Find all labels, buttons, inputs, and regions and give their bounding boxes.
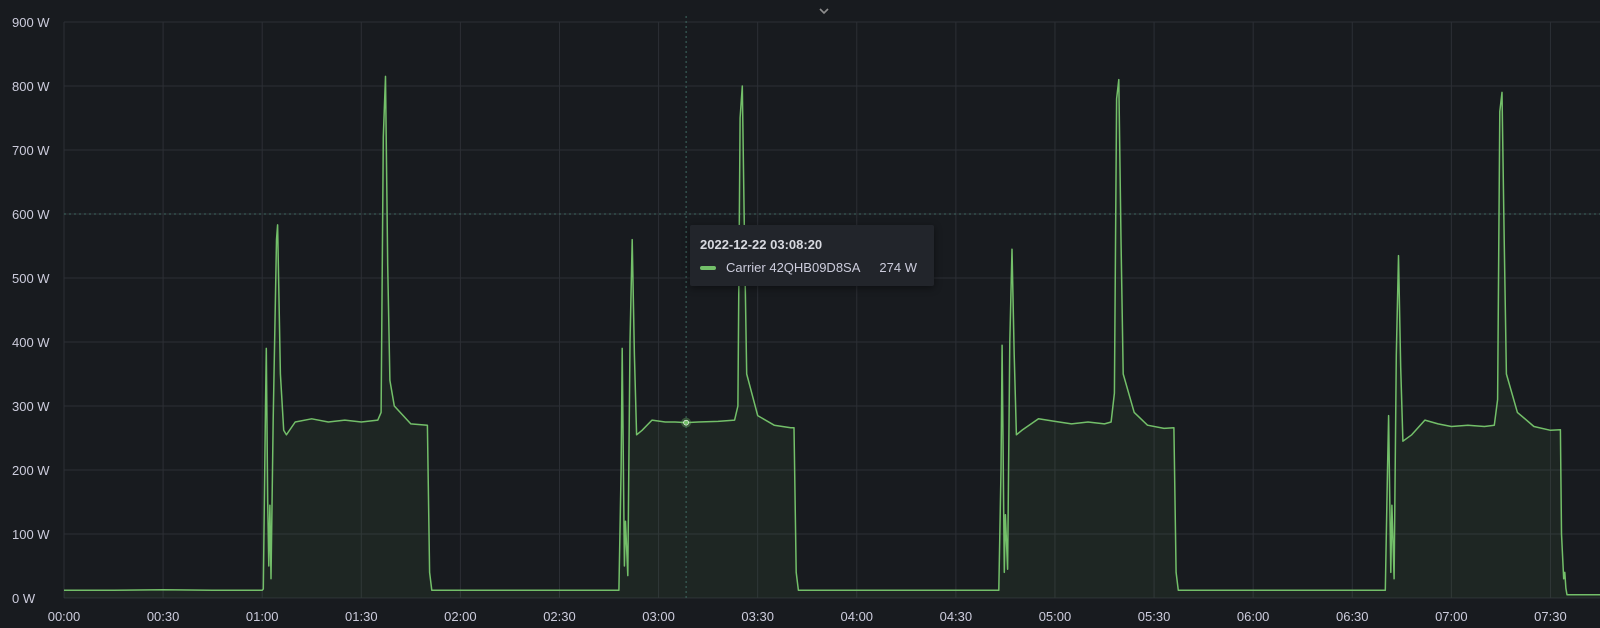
x-tick-label: 02:30	[543, 609, 576, 624]
y-tick-label: 600 W	[12, 207, 50, 222]
tooltip-series-name: Carrier 42QHB09D8SA	[726, 260, 861, 275]
series-area	[64, 75, 1600, 598]
y-tick-label: 200 W	[12, 463, 50, 478]
y-tick-label: 300 W	[12, 399, 50, 414]
x-tick-label: 02:00	[444, 609, 477, 624]
y-tick-label: 0 W	[12, 591, 36, 606]
y-tick-label: 500 W	[12, 271, 50, 286]
x-tick-label: 06:00	[1237, 609, 1270, 624]
hover-tooltip: 2022-12-22 03:08:20 Carrier 42QHB09D8SA …	[690, 225, 934, 286]
y-tick-label: 400 W	[12, 335, 50, 350]
tooltip-time: 2022-12-22 03:08:20	[700, 237, 823, 252]
hover-point[interactable]	[681, 417, 692, 428]
series-fill	[64, 76, 1600, 598]
x-tick-label: 04:30	[940, 609, 973, 624]
x-tick-label: 01:00	[246, 609, 279, 624]
x-tick-label: 05:00	[1039, 609, 1072, 624]
tooltip-series-row: Carrier 42QHB09D8SA 274 W	[700, 259, 924, 277]
y-tick-label: 100 W	[12, 527, 50, 542]
y-tick-label: 700 W	[12, 143, 50, 158]
chevron-down-icon[interactable]	[817, 6, 831, 16]
x-tick-label: 05:30	[1138, 609, 1171, 624]
series-color-swatch	[700, 266, 716, 270]
x-tick-label: 04:00	[841, 609, 874, 624]
y-tick-label: 800 W	[12, 79, 50, 94]
x-tick-label: 00:00	[48, 609, 81, 624]
x-tick-label: 03:30	[741, 609, 774, 624]
y-axis: 0 W 100 W 200 W 300 W 400 W 500 W 600 W 700 W 80…	[12, 15, 50, 606]
x-tick-label: 01:30	[345, 609, 378, 624]
hover-point-dot[interactable]	[683, 419, 689, 426]
tooltip-series-value: 274 W	[879, 260, 917, 275]
x-tick-label: 00:30	[147, 609, 180, 624]
chart-panel: 0 W 100 W 200 W 300 W 400 W 500 W 600 W 700 W 80…	[0, 0, 1600, 628]
x-tick-label: 07:30	[1534, 609, 1567, 624]
x-tick-label: 07:00	[1435, 609, 1468, 624]
y-tick-label: 900 W	[12, 15, 50, 30]
power-time-series-chart[interactable]: 0 W 100 W 200 W 300 W 400 W 500 W 600 W 700 W 80…	[0, 0, 1600, 628]
x-tick-label: 06:30	[1336, 609, 1369, 624]
x-tick-label: 03:00	[642, 609, 675, 624]
x-axis: 00:00 00:30 01:00 01:30 02:00 02:30 03:00 03:30…	[48, 609, 1567, 624]
